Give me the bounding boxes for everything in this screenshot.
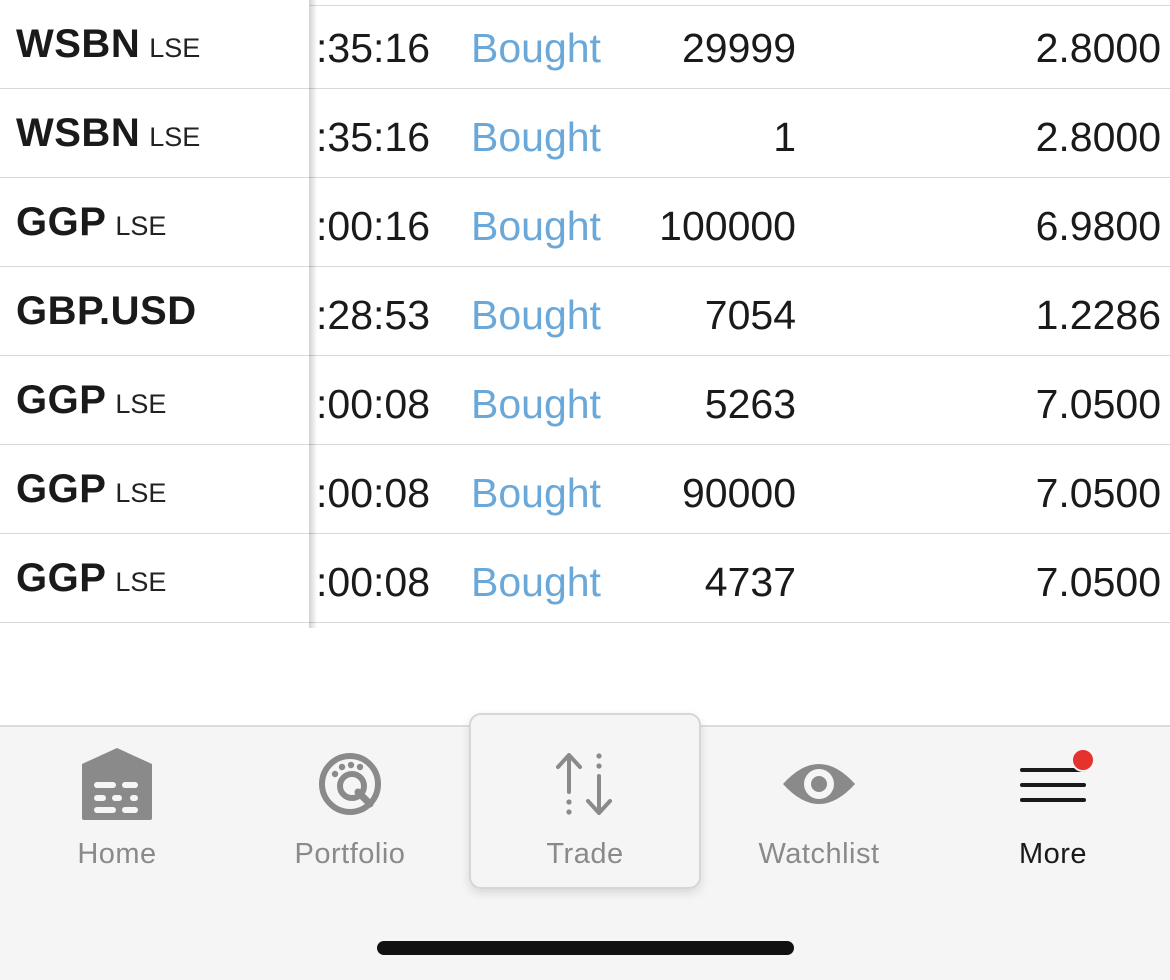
home-icon <box>80 744 154 824</box>
trade-price: 7.0500 <box>1035 559 1161 605</box>
table-row[interactable]: GGP LSE :00:08 Bought 90000 7.0500 <box>0 445 1170 534</box>
trade-price: 1.2286 <box>1035 292 1161 338</box>
trade-action: Bought <box>471 470 601 516</box>
symbol-name: GGP <box>16 199 107 244</box>
trade-price: 7.0500 <box>1035 381 1161 427</box>
tab-label: Home <box>77 838 157 870</box>
table-row[interactable]: GGP LSE :00:16 Bought 100000 6.9800 <box>0 178 1170 267</box>
home-indicator[interactable] <box>377 941 794 955</box>
symbol-name: GGP <box>16 555 107 600</box>
tab-label: Watchlist <box>758 838 880 870</box>
trade-quantity: 100000 <box>659 203 796 249</box>
menu-icon <box>1010 744 1096 824</box>
trade-action: Bought <box>471 559 601 605</box>
table-row[interactable]: GGP LSE :00:08 Bought 5263 7.0500 <box>0 356 1170 445</box>
trade-quantity: 4737 <box>704 559 796 605</box>
trade-price: 2.8000 <box>1035 25 1161 71</box>
tab-more[interactable]: More <box>936 727 1170 887</box>
exchange-label: LSE <box>115 566 167 597</box>
trade-price: 7.0500 <box>1035 470 1161 516</box>
symbol-name: WSBN <box>16 21 141 66</box>
exchange-label: LSE <box>149 32 201 63</box>
symbol-cell[interactable]: GGP LSE <box>0 445 309 533</box>
trades-table: WSBN LSE :35:16 Bought 29999 2.8000 WSBN L… <box>0 0 1170 628</box>
trade-quantity: 5263 <box>704 381 796 427</box>
trade-quantity: 90000 <box>681 470 796 516</box>
table-row[interactable]: WSBN LSE :35:16 Bought 29999 2.8000 <box>0 0 1170 89</box>
trade-quantity: 1 <box>773 114 796 160</box>
symbol-cell[interactable]: GGP LSE <box>0 356 309 444</box>
tab-label: Trade <box>546 838 624 870</box>
exchange-label: LSE <box>115 477 167 508</box>
trade-quantity: 7054 <box>704 292 796 338</box>
symbol-cell[interactable]: GGP LSE <box>0 534 309 622</box>
trade-action: Bought <box>471 114 601 160</box>
table-row[interactable]: GGP LSE :00:08 Bought 4737 7.0500 <box>0 534 1170 623</box>
portfolio-icon <box>318 744 382 824</box>
trade-action: Bought <box>471 25 601 71</box>
trade-quantity: 29999 <box>681 25 796 71</box>
tab-watchlist[interactable]: Watchlist <box>702 727 936 887</box>
symbol-name: GBP.USD <box>16 288 197 333</box>
trade-action: Bought <box>471 381 601 427</box>
trade-arrows-icon <box>553 744 617 824</box>
exchange-label: LSE <box>149 121 201 152</box>
exchange-label: LSE <box>115 210 167 241</box>
tab-home[interactable]: Home <box>0 727 234 887</box>
symbol-cell[interactable]: WSBN LSE <box>0 89 309 177</box>
trade-action: Bought <box>471 203 601 249</box>
symbol-cell[interactable]: WSBN LSE <box>0 0 309 88</box>
symbol-cell[interactable]: GGP LSE <box>0 178 309 266</box>
table-row[interactable]: GBP.USD :28:53 Bought 7054 1.2286 <box>0 267 1170 356</box>
tab-portfolio[interactable]: Portfolio <box>233 727 467 887</box>
tab-label: Portfolio <box>294 838 406 870</box>
notification-badge <box>1071 748 1095 772</box>
symbol-name: WSBN <box>16 110 141 155</box>
table-row[interactable]: WSBN LSE :35:16 Bought 1 2.8000 <box>0 89 1170 178</box>
trade-action: Bought <box>471 292 601 338</box>
symbol-cell[interactable]: GBP.USD <box>0 267 309 355</box>
tab-trade[interactable]: Trade <box>468 727 702 887</box>
exchange-label: LSE <box>115 388 167 419</box>
trade-price: 6.9800 <box>1035 203 1161 249</box>
symbol-name: GGP <box>16 377 107 422</box>
eye-icon <box>781 744 857 824</box>
trade-price: 2.8000 <box>1035 114 1161 160</box>
tab-label: More <box>1018 838 1088 870</box>
frozen-column-shadow <box>309 0 317 628</box>
symbol-name: GGP <box>16 466 107 511</box>
